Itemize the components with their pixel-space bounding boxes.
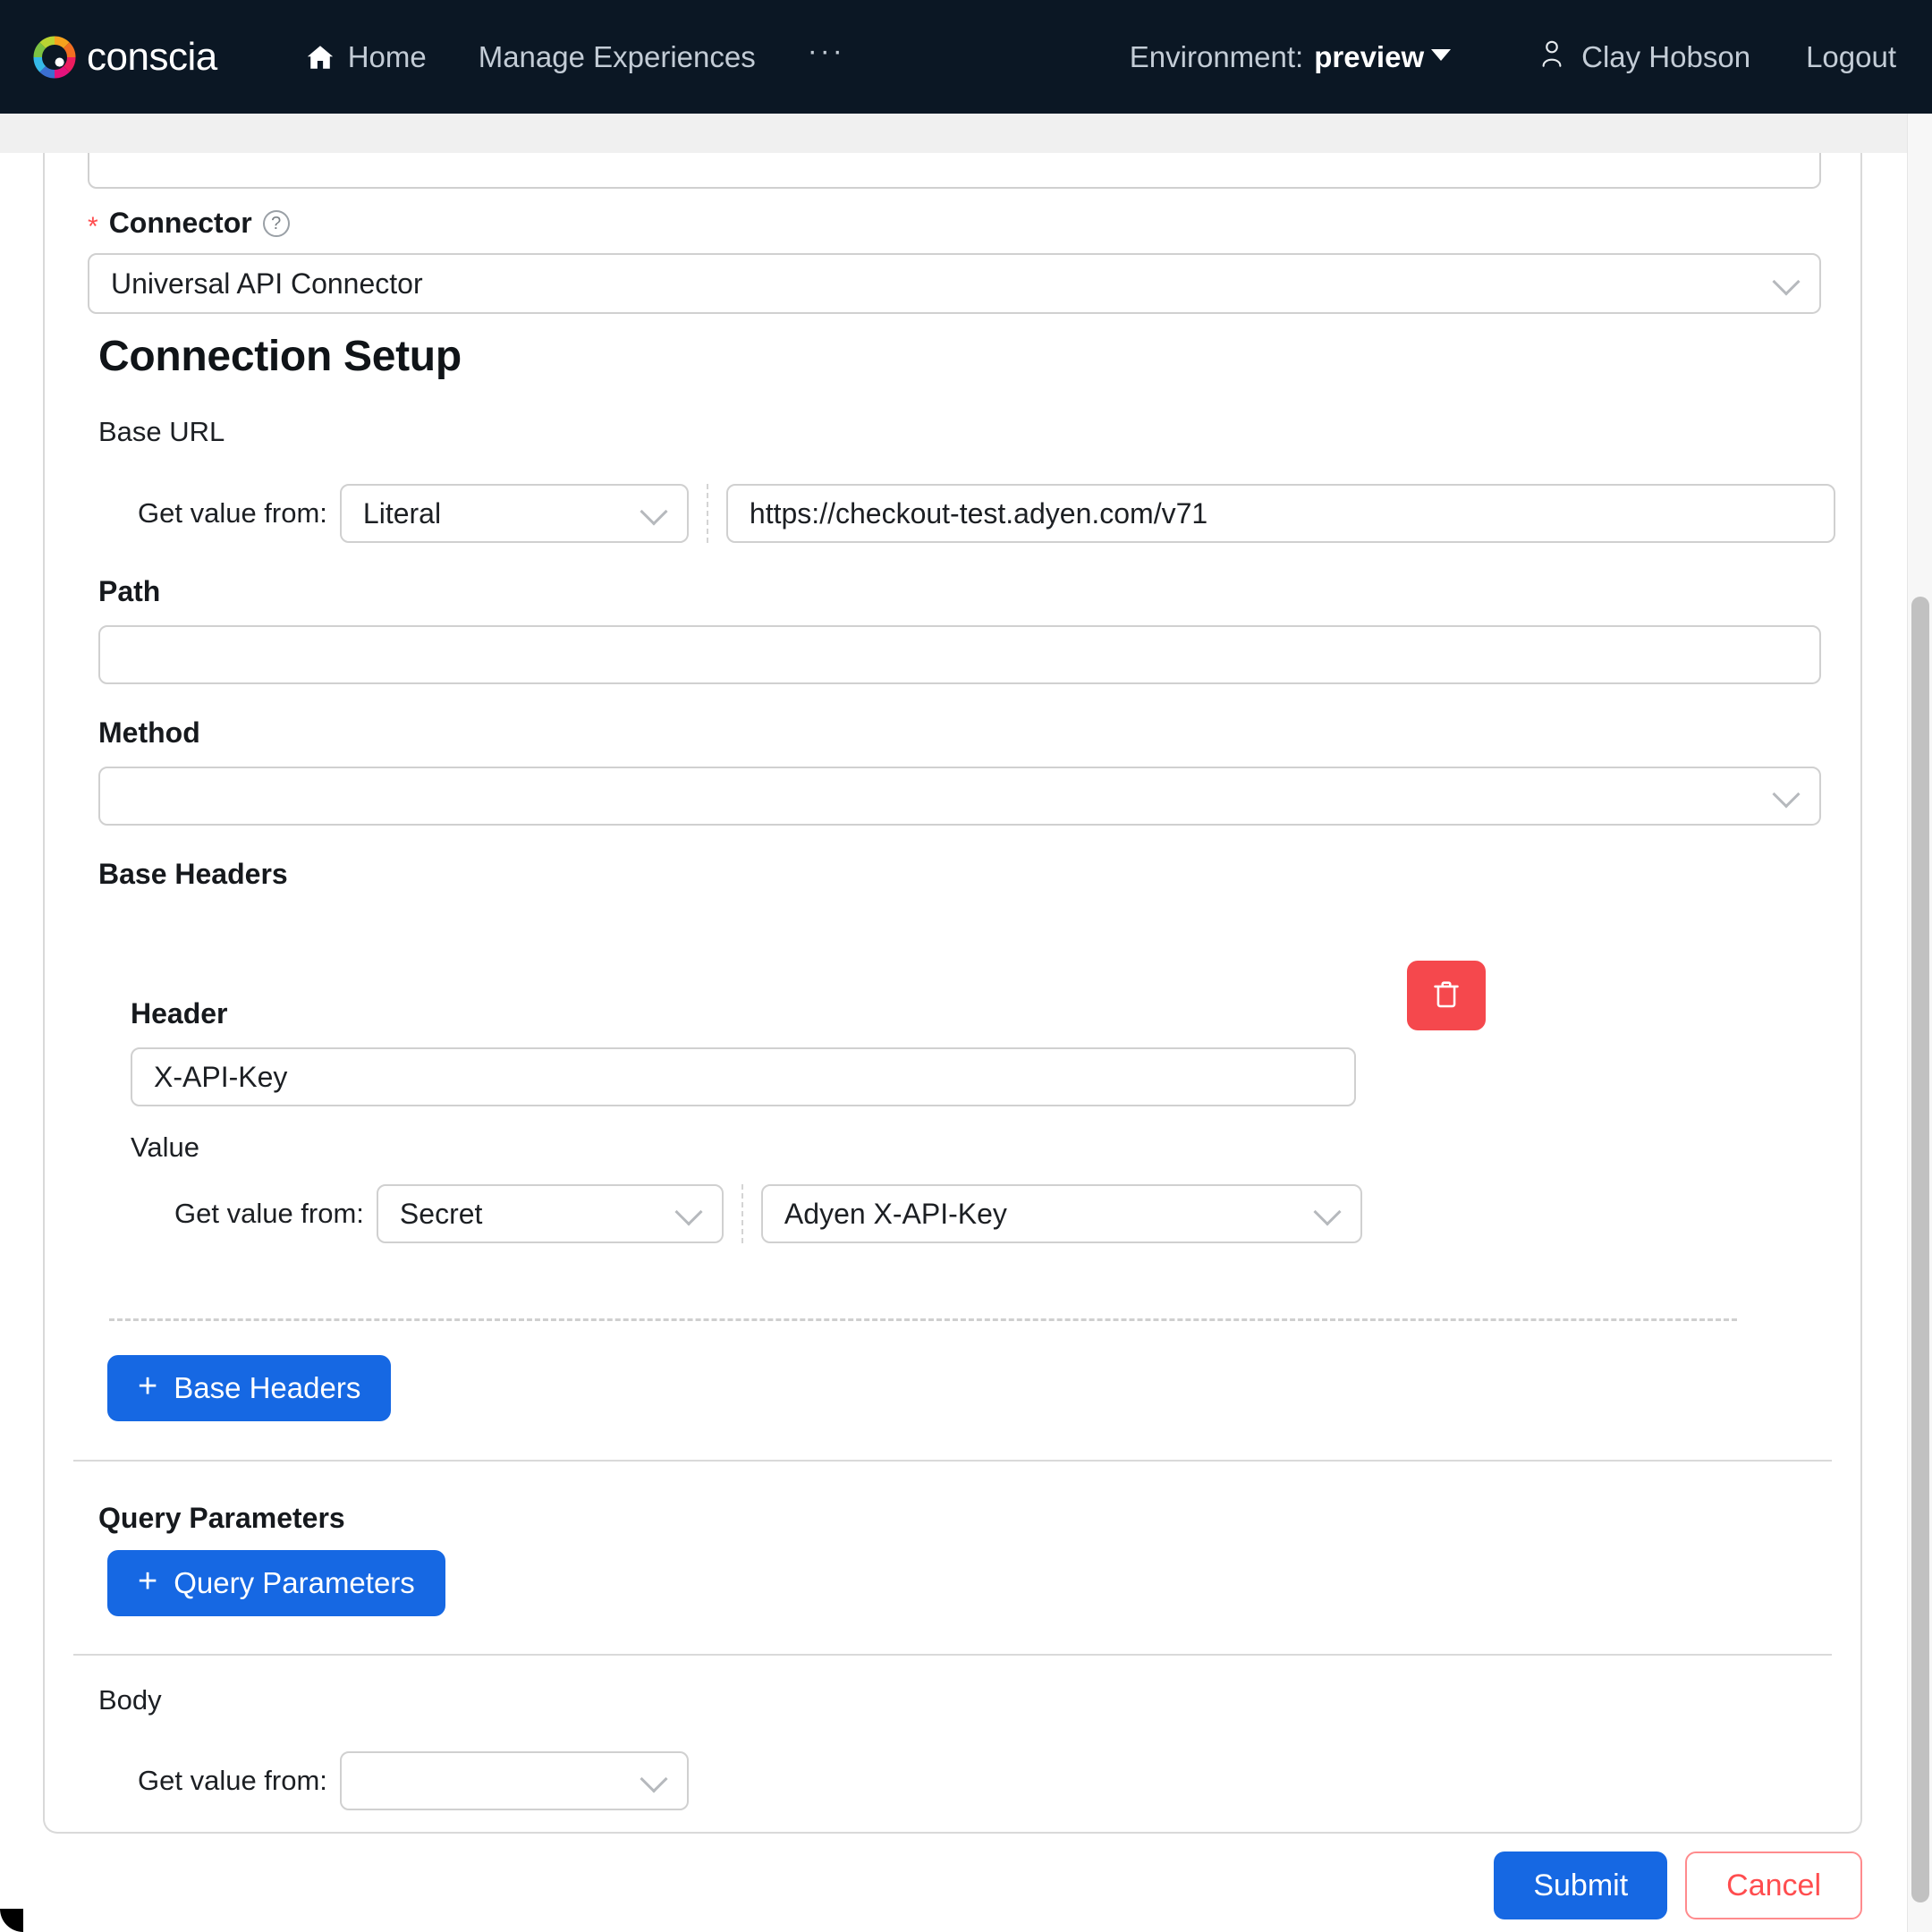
section-separator — [73, 1460, 1832, 1462]
base-url-input-value: https://checkout-test.adyen.com/v71 — [749, 496, 1208, 530]
user-name-label: Clay Hobson — [1581, 39, 1751, 73]
brand-logo[interactable]: conscia — [30, 32, 217, 82]
section-separator — [73, 1654, 1832, 1656]
field-divider — [706, 484, 708, 543]
primary-nav: Home Manage Experiences ··· — [305, 36, 845, 78]
user-menu[interactable]: Clay Hobson — [1538, 38, 1750, 76]
environment-value-text: preview — [1314, 39, 1425, 73]
base-headers-row-separator — [109, 1318, 1737, 1321]
brand-name: conscia — [87, 34, 217, 79]
page-scrollbar-track[interactable] — [1907, 114, 1932, 1932]
environment-value: preview — [1314, 39, 1452, 74]
cancel-button[interactable]: Cancel — [1685, 1852, 1862, 1919]
base-url-value-row: Get value from: Literal https://checkout… — [138, 484, 1860, 543]
connection-setup-heading: Connection Setup — [98, 333, 462, 380]
base-url-source-value: Literal — [362, 496, 442, 530]
header-name-input[interactable]: X-API-Key — [131, 1047, 1356, 1106]
logout-link[interactable]: Logout — [1806, 40, 1896, 74]
header-secret-select[interactable]: Adyen X-API-Key — [760, 1184, 1362, 1243]
help-circle-icon[interactable]: ? — [262, 209, 290, 237]
chevron-down-icon — [674, 1198, 703, 1226]
body-get-value-from-label: Get value from: — [138, 1765, 327, 1796]
header-value-label: Value — [131, 1131, 199, 1163]
nav-item-home[interactable]: Home — [305, 40, 427, 74]
header-value-source-value: Secret — [399, 1197, 483, 1230]
connector-selected-value: Universal API Connector — [111, 267, 423, 300]
trash-icon — [1431, 978, 1462, 1014]
nav-item-home-label: Home — [347, 39, 427, 73]
plus-icon: + — [138, 1563, 158, 1600]
body-value-row: Get value from: — [138, 1751, 689, 1810]
nav-item-manage-experiences[interactable]: Manage Experiences — [479, 40, 756, 74]
nav-item-manage-experiences-label: Manage Experiences — [478, 39, 756, 73]
base-url-input[interactable]: https://checkout-test.adyen.com/v71 — [725, 484, 1835, 543]
connector-select[interactable]: Universal API Connector — [88, 253, 1821, 314]
plus-icon: + — [138, 1368, 158, 1405]
method-label: Method — [98, 716, 200, 749]
user-icon — [1538, 38, 1565, 76]
query-parameters-section-label: Query Parameters — [98, 1502, 345, 1534]
body-label: Body — [98, 1684, 162, 1716]
top-navigation-bar: conscia Home Manage Experiences ··· Envi… — [0, 0, 1932, 114]
chevron-down-icon — [640, 1765, 668, 1793]
connector-label-row: * Connector ? — [88, 207, 290, 240]
header-value-row: Get value from: Secret Adyen X-API-Key — [174, 1184, 1362, 1243]
chevron-down-icon — [640, 497, 668, 526]
form-action-bar: Submit Cancel — [1494, 1852, 1862, 1919]
body-source-select[interactable] — [339, 1751, 689, 1810]
conscia-logo-icon — [30, 32, 80, 82]
base-headers-section-label: Base Headers — [98, 858, 288, 890]
environment-label: Environment: — [1129, 39, 1304, 73]
home-icon — [305, 42, 335, 72]
field-divider — [741, 1184, 743, 1243]
environment-selector[interactable]: Environment: preview — [1129, 39, 1452, 74]
chevron-down-icon — [1431, 49, 1452, 61]
chevron-down-icon — [1772, 780, 1801, 809]
page-top-strip — [0, 114, 1932, 153]
add-base-headers-label: Base Headers — [174, 1371, 361, 1404]
scrolled-out-input[interactable] — [88, 153, 1821, 189]
required-indicator: * — [88, 211, 98, 242]
header-value-source-select[interactable]: Secret — [376, 1184, 724, 1243]
delete-header-button[interactable] — [1407, 961, 1486, 1030]
chevron-down-icon — [1772, 267, 1801, 296]
method-select[interactable] — [98, 767, 1821, 826]
nav-overflow-menu-icon[interactable]: ··· — [808, 36, 845, 78]
path-input[interactable] — [98, 625, 1821, 684]
nav-right-group: Environment: preview Clay Hobson Logout — [1130, 38, 1896, 76]
base-url-get-value-from-label: Get value from: — [138, 497, 327, 529]
chevron-down-icon — [1313, 1198, 1342, 1226]
app-viewport: conscia Home Manage Experiences ··· Envi… — [0, 0, 1932, 1932]
add-query-parameters-button[interactable]: + Query Parameters — [107, 1550, 445, 1616]
path-label: Path — [98, 575, 161, 607]
base-url-label: Base URL — [98, 416, 225, 447]
add-query-parameters-label: Query Parameters — [174, 1566, 415, 1599]
add-base-headers-button[interactable]: + Base Headers — [107, 1355, 392, 1421]
header-get-value-from-label: Get value from: — [174, 1198, 364, 1229]
base-url-source-select[interactable]: Literal — [339, 484, 689, 543]
page-scrollbar-thumb[interactable] — [1911, 597, 1929, 1902]
submit-button[interactable]: Submit — [1494, 1852, 1668, 1919]
header-name-value: X-API-Key — [154, 1060, 288, 1093]
connector-label: Connector — [108, 207, 252, 239]
header-secret-value: Adyen X-API-Key — [784, 1197, 1007, 1230]
connector-form-card: * Connector ? Universal API Connector Co… — [43, 153, 1862, 1834]
header-field-label: Header — [131, 997, 228, 1030]
